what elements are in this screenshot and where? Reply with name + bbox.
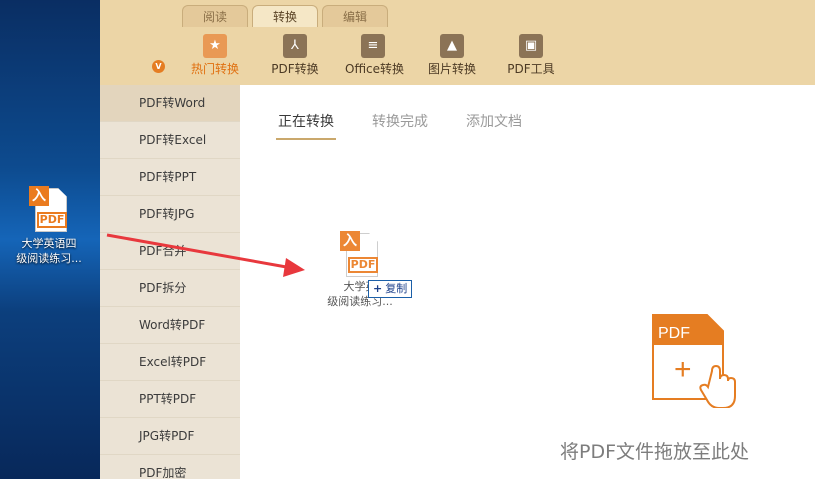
toolbar: 阅读 转换 编辑 V ★ 热门转换 ⅄ PDF转换 ≡ Office转换 ▲ 图… bbox=[100, 0, 815, 85]
pdf-badge-icon: 入 bbox=[29, 186, 49, 206]
tool-label: PDF工具 bbox=[507, 62, 555, 76]
tool-office-convert[interactable]: ≡ Office转换 bbox=[345, 34, 405, 76]
desktop-file-label: 大学英语四 级阅读练习... bbox=[2, 236, 96, 266]
pdf-converter-app: 阅读 转换 编辑 V ★ 热门转换 ⅄ PDF转换 ≡ Office转换 ▲ 图… bbox=[100, 0, 815, 479]
sidebar-item-pdf-merge[interactable]: PDF合并 bbox=[100, 233, 240, 270]
drop-zone-icon[interactable]: PDF + bbox=[650, 313, 740, 409]
sidebar-item-pdf-to-ppt[interactable]: PDF转PPT bbox=[100, 159, 240, 196]
tool-pdf-tools[interactable]: ▣ PDF工具 bbox=[506, 34, 556, 76]
office-convert-icon: ≡ bbox=[361, 34, 385, 58]
sidebar-item-word-to-pdf[interactable]: Word转PDF bbox=[100, 307, 240, 344]
desktop-pdf-file[interactable]: 入 PDF 大学英语四 级阅读练习... bbox=[2, 186, 96, 266]
main-panel: 正在转换 转换完成 添加文档 入 PDF 大学英 级阅读练习... + 复制 PD… bbox=[240, 85, 815, 479]
sidebar-item-pdf-to-word[interactable]: PDF转Word bbox=[100, 85, 240, 122]
tab-add-document[interactable]: 添加文档 bbox=[464, 111, 524, 140]
tool-image-convert[interactable]: ▲ 图片转换 bbox=[427, 34, 477, 76]
copy-tooltip: + 复制 bbox=[368, 280, 413, 298]
pdf-file-icon: 入 PDF bbox=[340, 231, 380, 279]
image-convert-icon: ▲ bbox=[440, 34, 464, 58]
copy-tooltip-text: 复制 bbox=[385, 282, 408, 295]
file-label-line1: 大学英语四 bbox=[21, 237, 77, 250]
pdf-file-icon: 入 PDF bbox=[29, 186, 69, 234]
toolbox-icon: ▣ bbox=[519, 34, 543, 58]
mode-tabs: 阅读 转换 编辑 bbox=[182, 5, 392, 27]
tool-label: PDF转换 bbox=[271, 62, 319, 76]
desktop: 入 PDF 大学英语四 级阅读练习... bbox=[0, 0, 100, 479]
sidebar-item-pdf-to-excel[interactable]: PDF转Excel bbox=[100, 122, 240, 159]
tool-label: 热门转换 bbox=[190, 62, 239, 76]
pdf-convert-icon: ⅄ bbox=[283, 34, 307, 58]
pdf-badge-icon: 入 bbox=[340, 231, 360, 251]
drop-hint-text: 将PDF文件拖放至此处 bbox=[560, 441, 750, 463]
tool-label: Office转换 bbox=[345, 62, 405, 76]
sidebar-item-jpg-to-pdf[interactable]: JPG转PDF bbox=[100, 418, 240, 455]
tab-read[interactable]: 阅读 bbox=[182, 5, 248, 27]
tab-converted[interactable]: 转换完成 bbox=[370, 111, 430, 140]
sidebar-item-pdf-to-jpg[interactable]: PDF转JPG bbox=[100, 196, 240, 233]
file-label-line2: 级阅读练习... bbox=[16, 252, 82, 265]
sidebar-item-excel-to-pdf[interactable]: Excel转PDF bbox=[100, 344, 240, 381]
sidebar-item-pdf-encrypt[interactable]: PDF加密 bbox=[100, 455, 240, 479]
tab-converting[interactable]: 正在转换 bbox=[276, 111, 336, 140]
tool-label: 图片转换 bbox=[427, 62, 476, 76]
sidebar-item-pdf-split[interactable]: PDF拆分 bbox=[100, 270, 240, 307]
pdf-type-text: PDF bbox=[348, 257, 378, 273]
tab-convert[interactable]: 转换 bbox=[252, 5, 318, 27]
star-icon: ★ bbox=[203, 34, 227, 58]
vip-icon[interactable]: V bbox=[152, 60, 165, 73]
plus-icon: + bbox=[373, 282, 383, 295]
sidebar: PDF转Word PDF转Excel PDF转PPT PDF转JPG PDF合并… bbox=[100, 85, 240, 479]
tool-pdf-convert[interactable]: ⅄ PDF转换 bbox=[270, 34, 320, 76]
pdf-type-text: PDF bbox=[37, 212, 67, 228]
sidebar-item-ppt-to-pdf[interactable]: PPT转PDF bbox=[100, 381, 240, 418]
tab-edit[interactable]: 编辑 bbox=[322, 5, 388, 27]
tool-hot-convert[interactable]: ★ 热门转换 bbox=[190, 34, 240, 76]
main-tabs: 正在转换 转换完成 添加文档 bbox=[276, 111, 558, 140]
drop-icon-label: PDF bbox=[658, 325, 690, 342]
drop-icon-plus: + bbox=[674, 353, 692, 386]
